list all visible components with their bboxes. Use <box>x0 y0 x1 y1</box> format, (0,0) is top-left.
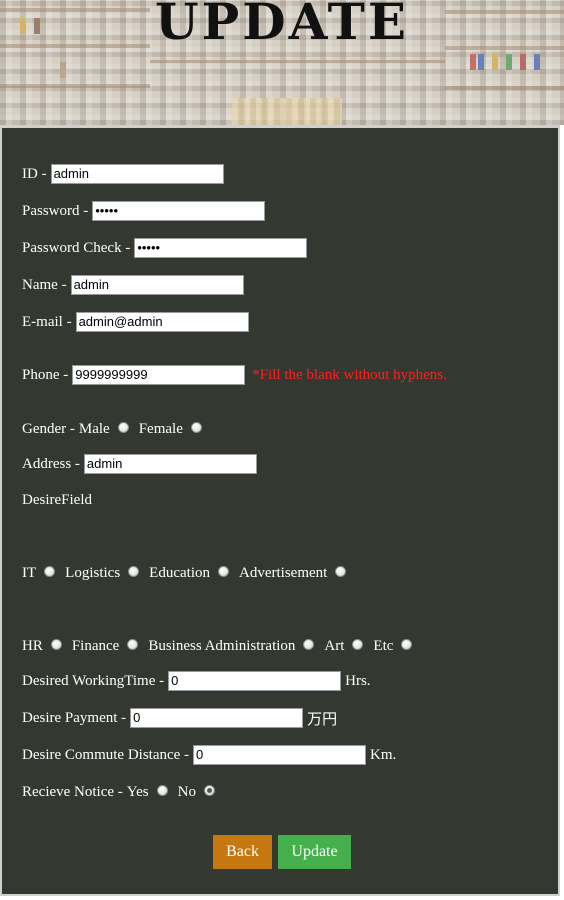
gender-label: Gender - <box>22 420 75 437</box>
field-business-admin-radio[interactable] <box>303 638 315 650</box>
id-field[interactable]: admin <box>50 164 224 184</box>
notice-yes-radio[interactable] <box>156 784 168 796</box>
desire-field-label: DesireField <box>22 491 92 508</box>
payment-field[interactable]: 0 <box>130 708 304 728</box>
phone-field[interactable]: 9999999999 <box>72 365 246 385</box>
address-label: Address - <box>22 455 80 472</box>
update-page: UPDATE ID - admin Password - ••••• Passw… <box>0 0 564 900</box>
notice-row: Recieve Notice - Yes No <box>22 781 225 803</box>
commute-unit: Km. <box>370 746 397 763</box>
commute-label: Desire Commute Distance - <box>22 746 190 763</box>
field-it-radio[interactable] <box>44 565 56 577</box>
gender-female-radio[interactable] <box>190 421 202 433</box>
gender-male-radio[interactable] <box>117 421 129 433</box>
field-advertisement-label: Advertisement <box>239 564 328 581</box>
field-business-admin-label: Business Administration <box>148 637 296 654</box>
payment-unit: 万円 <box>307 711 338 728</box>
id-label: ID - <box>22 165 47 182</box>
phone-label: Phone - <box>22 366 69 383</box>
field-education-label: Education <box>149 564 210 581</box>
email-row: E-mail - admin@admin <box>22 311 249 333</box>
notice-no-radio[interactable] <box>203 784 215 796</box>
commute-field[interactable]: 0 <box>193 745 367 765</box>
password-label: Password - <box>22 202 89 219</box>
field-art-radio[interactable] <box>352 638 364 650</box>
name-field[interactable]: admin <box>70 275 244 295</box>
password-field[interactable]: ••••• <box>92 201 266 221</box>
update-button[interactable]: Update <box>278 835 351 869</box>
address-row: Address - admin <box>22 453 257 475</box>
payment-row: Desire Payment - 0 万円 <box>22 707 337 729</box>
notice-no-label: No <box>177 783 196 800</box>
phone-hint: *Fill the blank without hyphens. <box>252 366 447 383</box>
notice-yes-label: Yes <box>126 783 149 800</box>
notice-label: Recieve Notice - <box>22 783 123 800</box>
desire-field-heading-row: DesireField <box>22 489 92 511</box>
back-button[interactable]: Back <box>213 835 272 869</box>
working-time-field[interactable]: 0 <box>168 671 342 691</box>
email-label: E-mail - <box>22 313 72 330</box>
header-banner: UPDATE <box>0 0 564 125</box>
gender-female-label: Female <box>138 420 183 437</box>
gender-male-label: Male <box>78 420 110 437</box>
address-field[interactable]: admin <box>83 454 257 474</box>
password-check-field[interactable]: ••••• <box>134 238 308 258</box>
password-check-row: Password Check - ••••• <box>22 237 308 259</box>
password-check-label: Password Check - <box>22 239 131 256</box>
field-hr-radio[interactable] <box>50 638 62 650</box>
working-time-row: Desired WorkingTime - 0 Hrs. <box>22 670 371 692</box>
id-row: ID - admin <box>22 163 224 185</box>
email-field[interactable]: admin@admin <box>75 312 249 332</box>
field-art-label: Art <box>324 637 345 654</box>
name-row: Name - admin <box>22 274 244 296</box>
field-hr-label: HR <box>22 637 43 654</box>
field-etc-radio[interactable] <box>401 638 413 650</box>
field-logistics-label: Logistics <box>65 564 121 581</box>
page-title: UPDATE <box>155 0 409 51</box>
field-etc-label: Etc <box>373 637 394 654</box>
field-finance-label: Finance <box>71 637 120 654</box>
field-finance-radio[interactable] <box>127 638 139 650</box>
update-form: ID - admin Password - ••••• Password Che… <box>0 125 560 896</box>
field-it-label: IT <box>22 564 37 581</box>
name-label: Name - <box>22 276 67 293</box>
working-time-label: Desired WorkingTime - <box>22 672 165 689</box>
phone-row: Phone - 9999999999 *Fill the blank witho… <box>22 364 447 386</box>
payment-label: Desire Payment - <box>22 709 127 726</box>
working-time-unit: Hrs. <box>345 672 371 689</box>
desire-field-row-1: IT Logistics Education Advertisement <box>22 562 356 584</box>
gender-row: Gender - Male Female <box>22 418 212 440</box>
commute-row: Desire Commute Distance - 0 Km. <box>22 744 396 766</box>
desire-field-row-2: HR Finance Business Administration Art E… <box>22 635 422 657</box>
field-logistics-radio[interactable] <box>128 565 140 577</box>
password-row: Password - ••••• <box>22 200 266 222</box>
field-education-radio[interactable] <box>218 565 229 577</box>
field-advertisement-radio[interactable] <box>335 565 347 577</box>
